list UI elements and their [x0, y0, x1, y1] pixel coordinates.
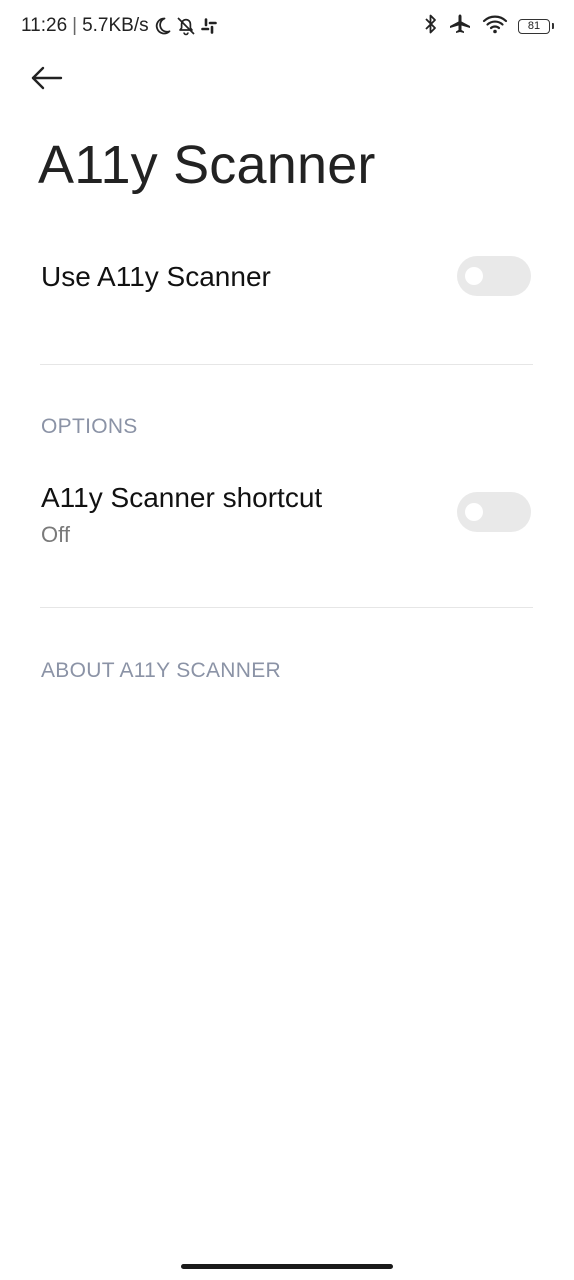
status-bar: 11:26 | 5.7KB/s 81: [0, 0, 574, 52]
section-header-options: OPTIONS: [41, 415, 138, 438]
slack-icon: [200, 17, 218, 35]
section-header-about: ABOUT A11Y SCANNER: [41, 659, 281, 682]
network-speed: 5.7KB/s: [82, 15, 149, 36]
bluetooth-icon: [424, 13, 438, 40]
bell-off-icon: [175, 15, 197, 37]
use-scanner-row[interactable]: Use A11y Scanner: [0, 236, 574, 320]
use-scanner-toggle[interactable]: [457, 256, 531, 296]
status-time: 11:26: [21, 15, 68, 36]
status-right: 81: [424, 13, 554, 40]
status-left: 11:26 | 5.7KB/s: [21, 14, 218, 38]
toggle-knob: [465, 267, 483, 285]
wifi-icon: [482, 13, 508, 40]
shortcut-toggle[interactable]: [457, 492, 531, 532]
gesture-nav-handle[interactable]: [181, 1264, 393, 1269]
battery-level: 81: [527, 19, 541, 32]
shortcut-label: A11y Scanner shortcut: [41, 482, 323, 513]
divider: [40, 364, 533, 365]
divider: [40, 607, 533, 608]
airplane-icon: [448, 13, 472, 40]
shortcut-summary: Off: [41, 522, 70, 547]
use-scanner-label: Use A11y Scanner: [41, 261, 271, 292]
back-button[interactable]: [30, 58, 86, 102]
battery-icon: 81: [518, 18, 554, 34]
shortcut-row[interactable]: A11y Scanner shortcut Off: [0, 470, 574, 560]
status-separator: |: [72, 15, 78, 36]
toggle-knob: [465, 503, 483, 521]
arrow-left-icon: [30, 66, 64, 95]
page-title: A11y Scanner: [38, 135, 376, 195]
moon-icon: [152, 16, 172, 36]
